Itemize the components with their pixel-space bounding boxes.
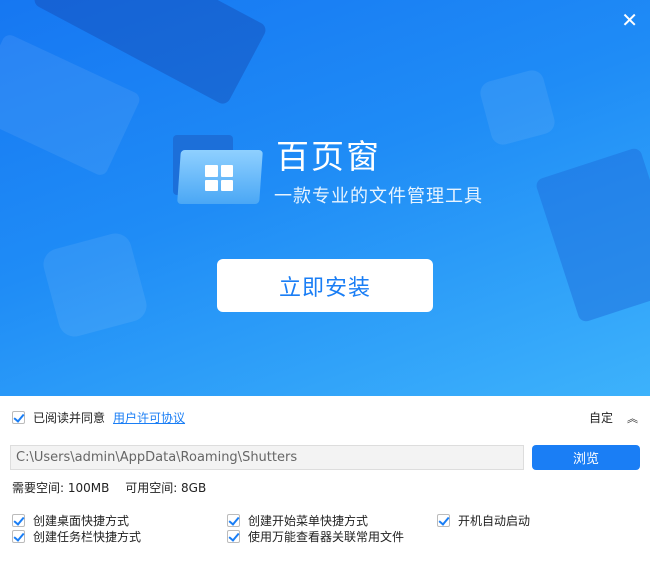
install-path-input[interactable] (10, 445, 524, 470)
option-label: 创建开始菜单快捷方式 (248, 514, 369, 528)
windows-grid-icon (205, 165, 233, 191)
agree-checkbox[interactable] (12, 411, 25, 424)
option-checkbox[interactable] (437, 514, 450, 527)
hero-banner: ✕ 百页窗 一款专业的文件管理工具 立即安装 (0, 0, 650, 396)
option-checkbox[interactable] (12, 514, 25, 527)
app-subtitle: 一款专业的文件管理工具 (274, 186, 483, 207)
license-link[interactable]: 用户许可协议 (113, 409, 185, 426)
option-label: 使用万能查看器关联常用文件 (248, 530, 405, 544)
option-checkbox[interactable] (12, 530, 25, 543)
agree-text: 已阅读并同意 (33, 411, 106, 425)
custom-label: 自定 (588, 411, 613, 425)
space-info: 需要空间: 100MB 可用空间: 8GB (12, 479, 218, 496)
book-illustration (534, 146, 650, 324)
close-icon[interactable]: ✕ (621, 10, 638, 30)
chevron-up-icon: ︽ (627, 411, 638, 425)
settings-panel: 已阅读并同意 用户许可协议 自定 ︽ 浏览 需要空间: 100MB 可用空间: … (0, 396, 650, 566)
install-button[interactable]: 立即安装 (217, 259, 433, 312)
search-decor-icon (477, 67, 558, 148)
browse-button[interactable]: 浏览 (532, 445, 640, 470)
custom-toggle[interactable]: 自定 ︽ (589, 409, 638, 426)
keyboard-illustration (0, 32, 142, 178)
option-checkbox[interactable] (227, 514, 240, 527)
option-label: 创建桌面快捷方式 (33, 514, 130, 528)
clock-icon (39, 229, 151, 341)
option-label: 创建任务栏快捷方式 (33, 530, 142, 544)
option-label: 开机自动启动 (458, 514, 531, 528)
app-title: 百页窗 (276, 137, 381, 176)
app-logo (173, 135, 263, 205)
option-checkbox[interactable] (227, 530, 240, 543)
available-space: 可用空间: 8GB (125, 481, 207, 495)
required-space: 需要空间: 100MB (12, 481, 110, 495)
